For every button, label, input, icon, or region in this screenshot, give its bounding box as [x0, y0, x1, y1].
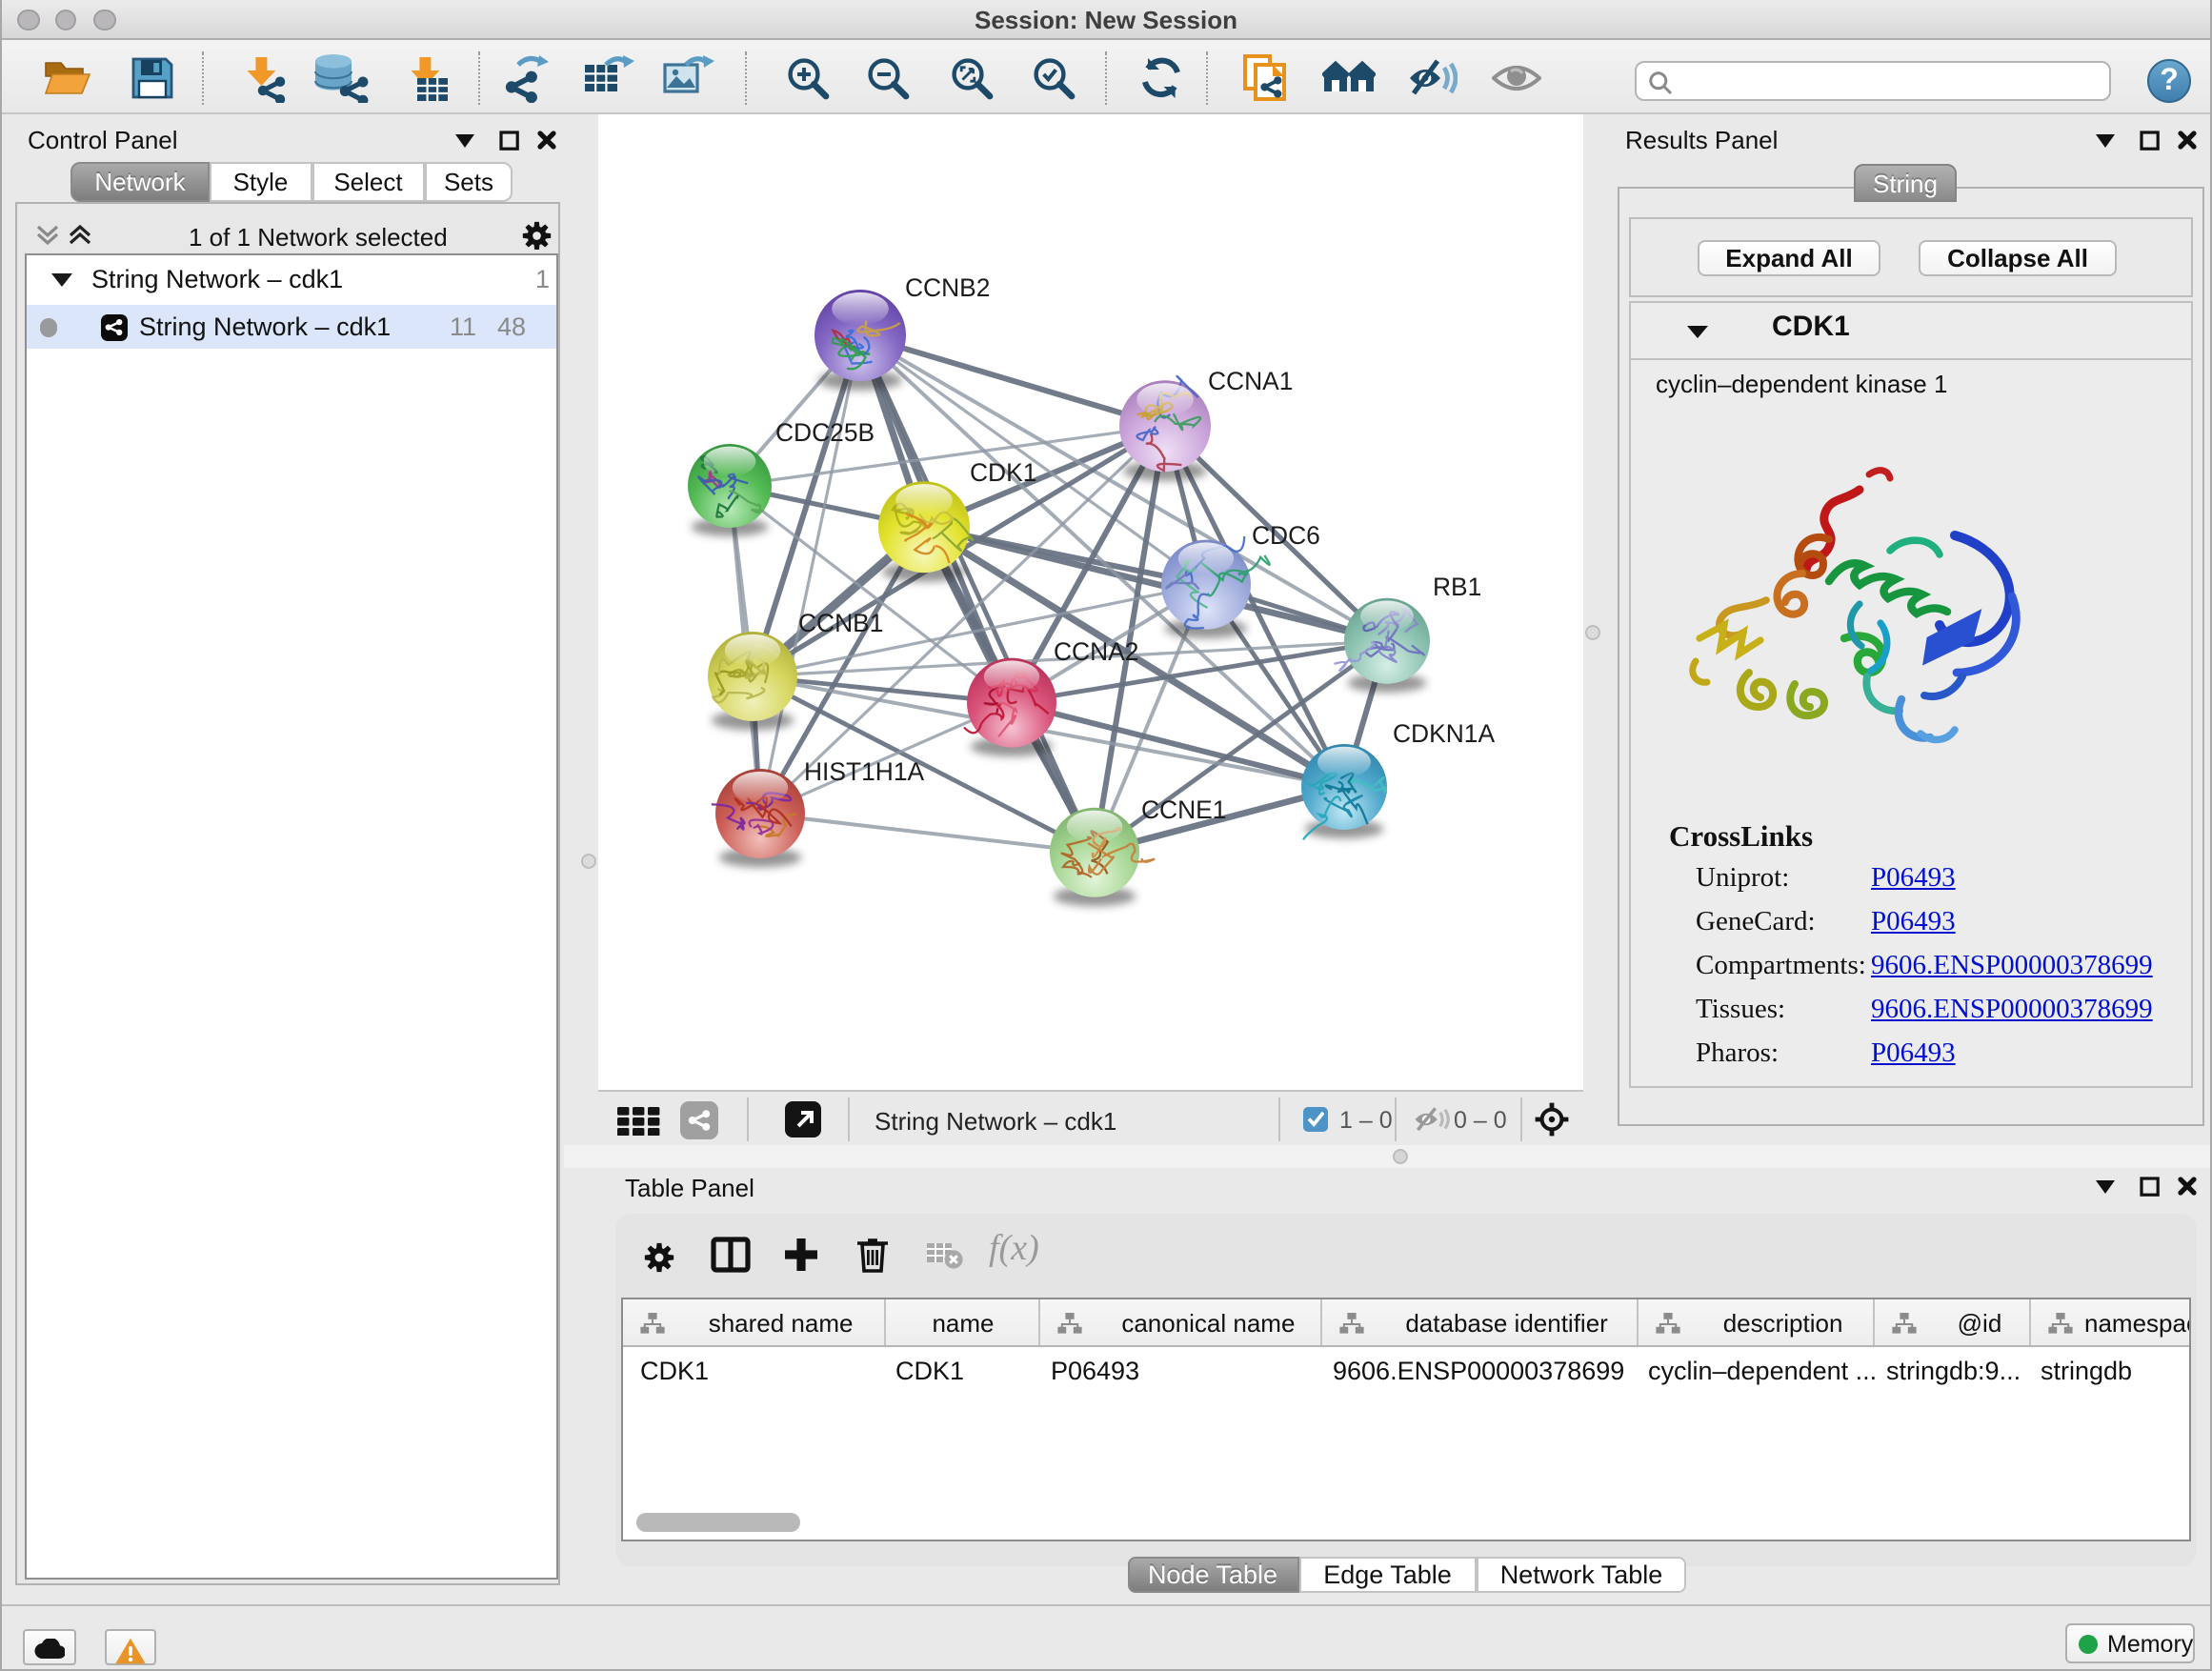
- svg-text:RB1: RB1: [1433, 573, 1481, 601]
- svg-text:CCNE1: CCNE1: [1141, 795, 1226, 824]
- svg-text:CCNA2: CCNA2: [1054, 637, 1138, 666]
- svg-text:CDK1: CDK1: [970, 458, 1036, 487]
- svg-text:CDKN1A: CDKN1A: [1393, 719, 1495, 748]
- svg-text:CDC6: CDC6: [1252, 521, 1320, 550]
- svg-text:CCNA1: CCNA1: [1208, 367, 1293, 395]
- svg-text:CCNB2: CCNB2: [905, 273, 990, 302]
- svg-text:CDC25B: CDC25B: [775, 418, 875, 447]
- svg-text:HIST1H1A: HIST1H1A: [804, 757, 925, 786]
- svg-text:CCNB1: CCNB1: [798, 609, 883, 637]
